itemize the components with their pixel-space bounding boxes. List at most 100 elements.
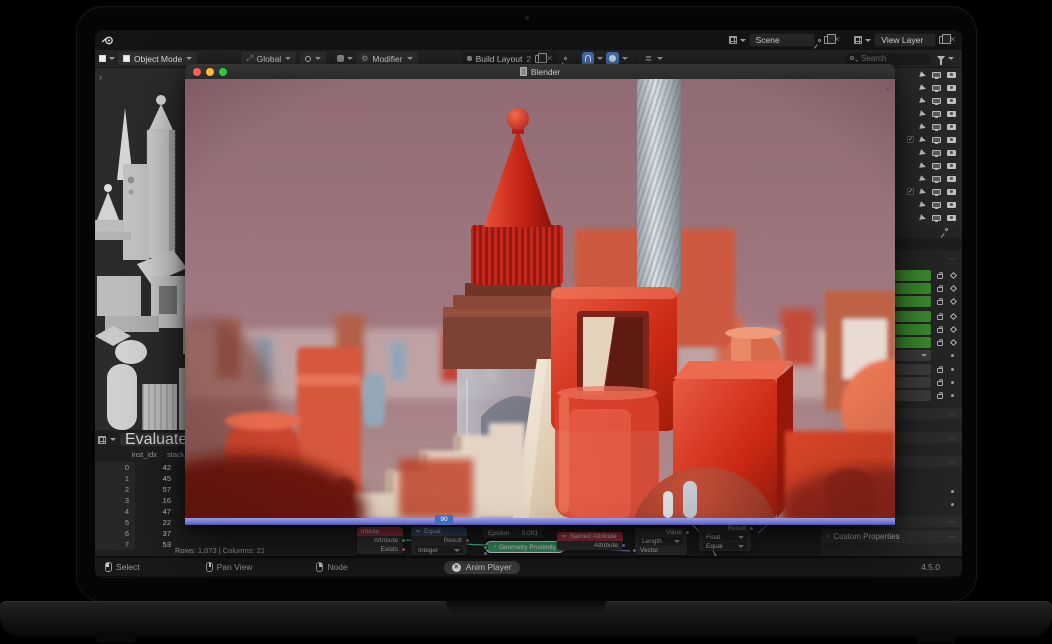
keyframe-diamond-icon[interactable]: [950, 339, 957, 346]
chevron-down-icon[interactable]: [110, 438, 116, 441]
render-visibility-icon[interactable]: [947, 111, 956, 117]
chevron-down-icon[interactable]: [948, 57, 954, 60]
selectable-icon[interactable]: [919, 110, 927, 118]
animate-dot-icon[interactable]: [951, 354, 954, 357]
collapse-icon[interactable]: [561, 535, 567, 538]
search-input[interactable]: [845, 53, 931, 65]
lock-icon[interactable]: [937, 394, 943, 399]
pin-icon[interactable]: [944, 227, 948, 231]
node-geometry-proximity[interactable]: ›Geometry Proximity: [485, 541, 565, 553]
compare-type-select[interactable]: Float: [703, 533, 747, 541]
selectable-icon[interactable]: [919, 149, 927, 157]
viewport-visibility-icon[interactable]: [932, 202, 941, 208]
socket-vector-in[interactable]: [632, 548, 637, 553]
editor-type-nodes-icon[interactable]: [337, 55, 344, 62]
selectable-icon[interactable]: [919, 188, 927, 196]
render-visibility-icon[interactable]: [947, 215, 956, 221]
anim-player-button[interactable]: ✕ Anim Player: [444, 561, 520, 574]
checkbox-icon[interactable]: [907, 136, 914, 143]
mode-dropdown[interactable]: Object Mode: [118, 52, 197, 65]
node-attribute[interactable]: tribute Attribute Exists: [357, 527, 403, 554]
selectable-icon[interactable]: [919, 84, 927, 92]
scene-name-field[interactable]: Scene: [749, 33, 815, 47]
chevron-down-icon[interactable]: [657, 57, 663, 60]
node-epsilon-fragment[interactable]: Epsilon0.001: [483, 525, 543, 538]
viewport-visibility-icon[interactable]: [932, 111, 941, 117]
keyframe-diamond-icon[interactable]: [950, 326, 957, 333]
socket-attribute-out[interactable]: [621, 543, 626, 548]
workspace-tab[interactable]: [289, 37, 307, 43]
copy-icon[interactable]: [535, 55, 542, 63]
chevron-down-icon[interactable]: [622, 57, 628, 60]
viewport-visibility-icon[interactable]: [932, 150, 941, 156]
lock-icon[interactable]: [937, 315, 943, 320]
selectable-icon[interactable]: [919, 175, 927, 183]
filter-list-icon[interactable]: ≣: [640, 53, 657, 64]
node-compare[interactable]: Result Float Equal: [699, 524, 751, 551]
viewport-visibility-icon[interactable]: [932, 215, 941, 221]
viewport-visibility-icon[interactable]: [932, 85, 941, 91]
keyframe-diamond-icon[interactable]: [950, 313, 957, 320]
socket-attribute[interactable]: [401, 538, 406, 543]
selectable-icon[interactable]: [919, 201, 927, 209]
lock-icon[interactable]: [937, 368, 943, 373]
viewport-visibility-icon[interactable]: [932, 124, 941, 130]
workspace-tab[interactable]: [253, 37, 271, 43]
chevron-down-icon[interactable]: [109, 57, 115, 60]
lock-icon[interactable]: [937, 287, 943, 292]
selectable-icon[interactable]: [919, 136, 927, 144]
anim-player-window[interactable]: Blender: [185, 64, 895, 525]
workspace-tab[interactable]: [217, 37, 235, 43]
lock-icon[interactable]: [937, 341, 943, 346]
selectable-icon[interactable]: [919, 214, 927, 222]
render-visibility-icon[interactable]: [947, 85, 956, 91]
selectable-icon[interactable]: [919, 162, 927, 170]
socket-result-out[interactable]: [749, 526, 754, 531]
stop-player-icon[interactable]: ✕: [452, 563, 461, 572]
node-named-attribute[interactable]: Named Attribute Attribute: [557, 532, 623, 550]
socket-result[interactable]: [465, 538, 470, 543]
workspace-tab[interactable]: [235, 37, 253, 43]
viewport-visibility-icon[interactable]: [932, 189, 941, 195]
chevron-down-icon[interactable]: [740, 39, 746, 42]
filter-funnel-icon[interactable]: [937, 56, 945, 61]
render-visibility-icon[interactable]: [947, 202, 956, 208]
viewport-visibility-icon[interactable]: [932, 176, 941, 182]
selectable-icon[interactable]: [919, 71, 927, 79]
collapse-icon[interactable]: [415, 530, 421, 533]
custom-properties-panel[interactable]: ›Custom Properties⋯: [821, 530, 962, 543]
pin-icon[interactable]: [563, 56, 567, 60]
pin-icon[interactable]: [817, 38, 821, 42]
render-visibility-icon[interactable]: [947, 124, 956, 130]
animate-dot-icon[interactable]: [951, 368, 954, 371]
window-titlebar[interactable]: Blender: [185, 64, 895, 79]
viewport-visibility-icon[interactable]: [932, 72, 941, 78]
keyframe-diamond-icon[interactable]: [950, 272, 957, 279]
dataset-icon[interactable]: [98, 436, 106, 444]
equal-mode-select[interactable]: Integer: [415, 546, 463, 554]
socket-source-position[interactable]: [483, 551, 488, 556]
checkbox-icon[interactable]: [907, 188, 914, 195]
compare-op-select[interactable]: Equal: [703, 542, 747, 550]
socket-geometry[interactable]: [483, 545, 488, 550]
workspace-tab[interactable]: [271, 37, 289, 43]
node-vector-length[interactable]: Value Length Vector: [635, 528, 687, 555]
render-visibility-icon[interactable]: [947, 163, 956, 169]
chevron-down-icon[interactable]: [347, 57, 353, 60]
socket-exists[interactable]: [401, 547, 406, 552]
zoom-traffic-light[interactable]: [219, 68, 227, 76]
new-scene-icon[interactable]: [824, 36, 831, 44]
animate-dot-icon[interactable]: [951, 394, 954, 397]
workspace-tab[interactable]: [307, 37, 325, 43]
viewport-visibility-icon[interactable]: [932, 163, 941, 169]
selectable-icon[interactable]: [919, 97, 927, 105]
editor-type-3dview-icon[interactable]: [99, 55, 106, 62]
chevron-down-icon[interactable]: [865, 39, 871, 42]
render-visibility-icon[interactable]: [947, 98, 956, 104]
viewport-visibility-icon[interactable]: [932, 137, 941, 143]
render-visibility-icon[interactable]: [947, 72, 956, 78]
socket-value-out[interactable]: [685, 530, 690, 535]
workspace-tab[interactable]: [325, 37, 343, 43]
workspace-tab[interactable]: [343, 37, 361, 43]
new-view-layer-icon[interactable]: [939, 36, 946, 44]
